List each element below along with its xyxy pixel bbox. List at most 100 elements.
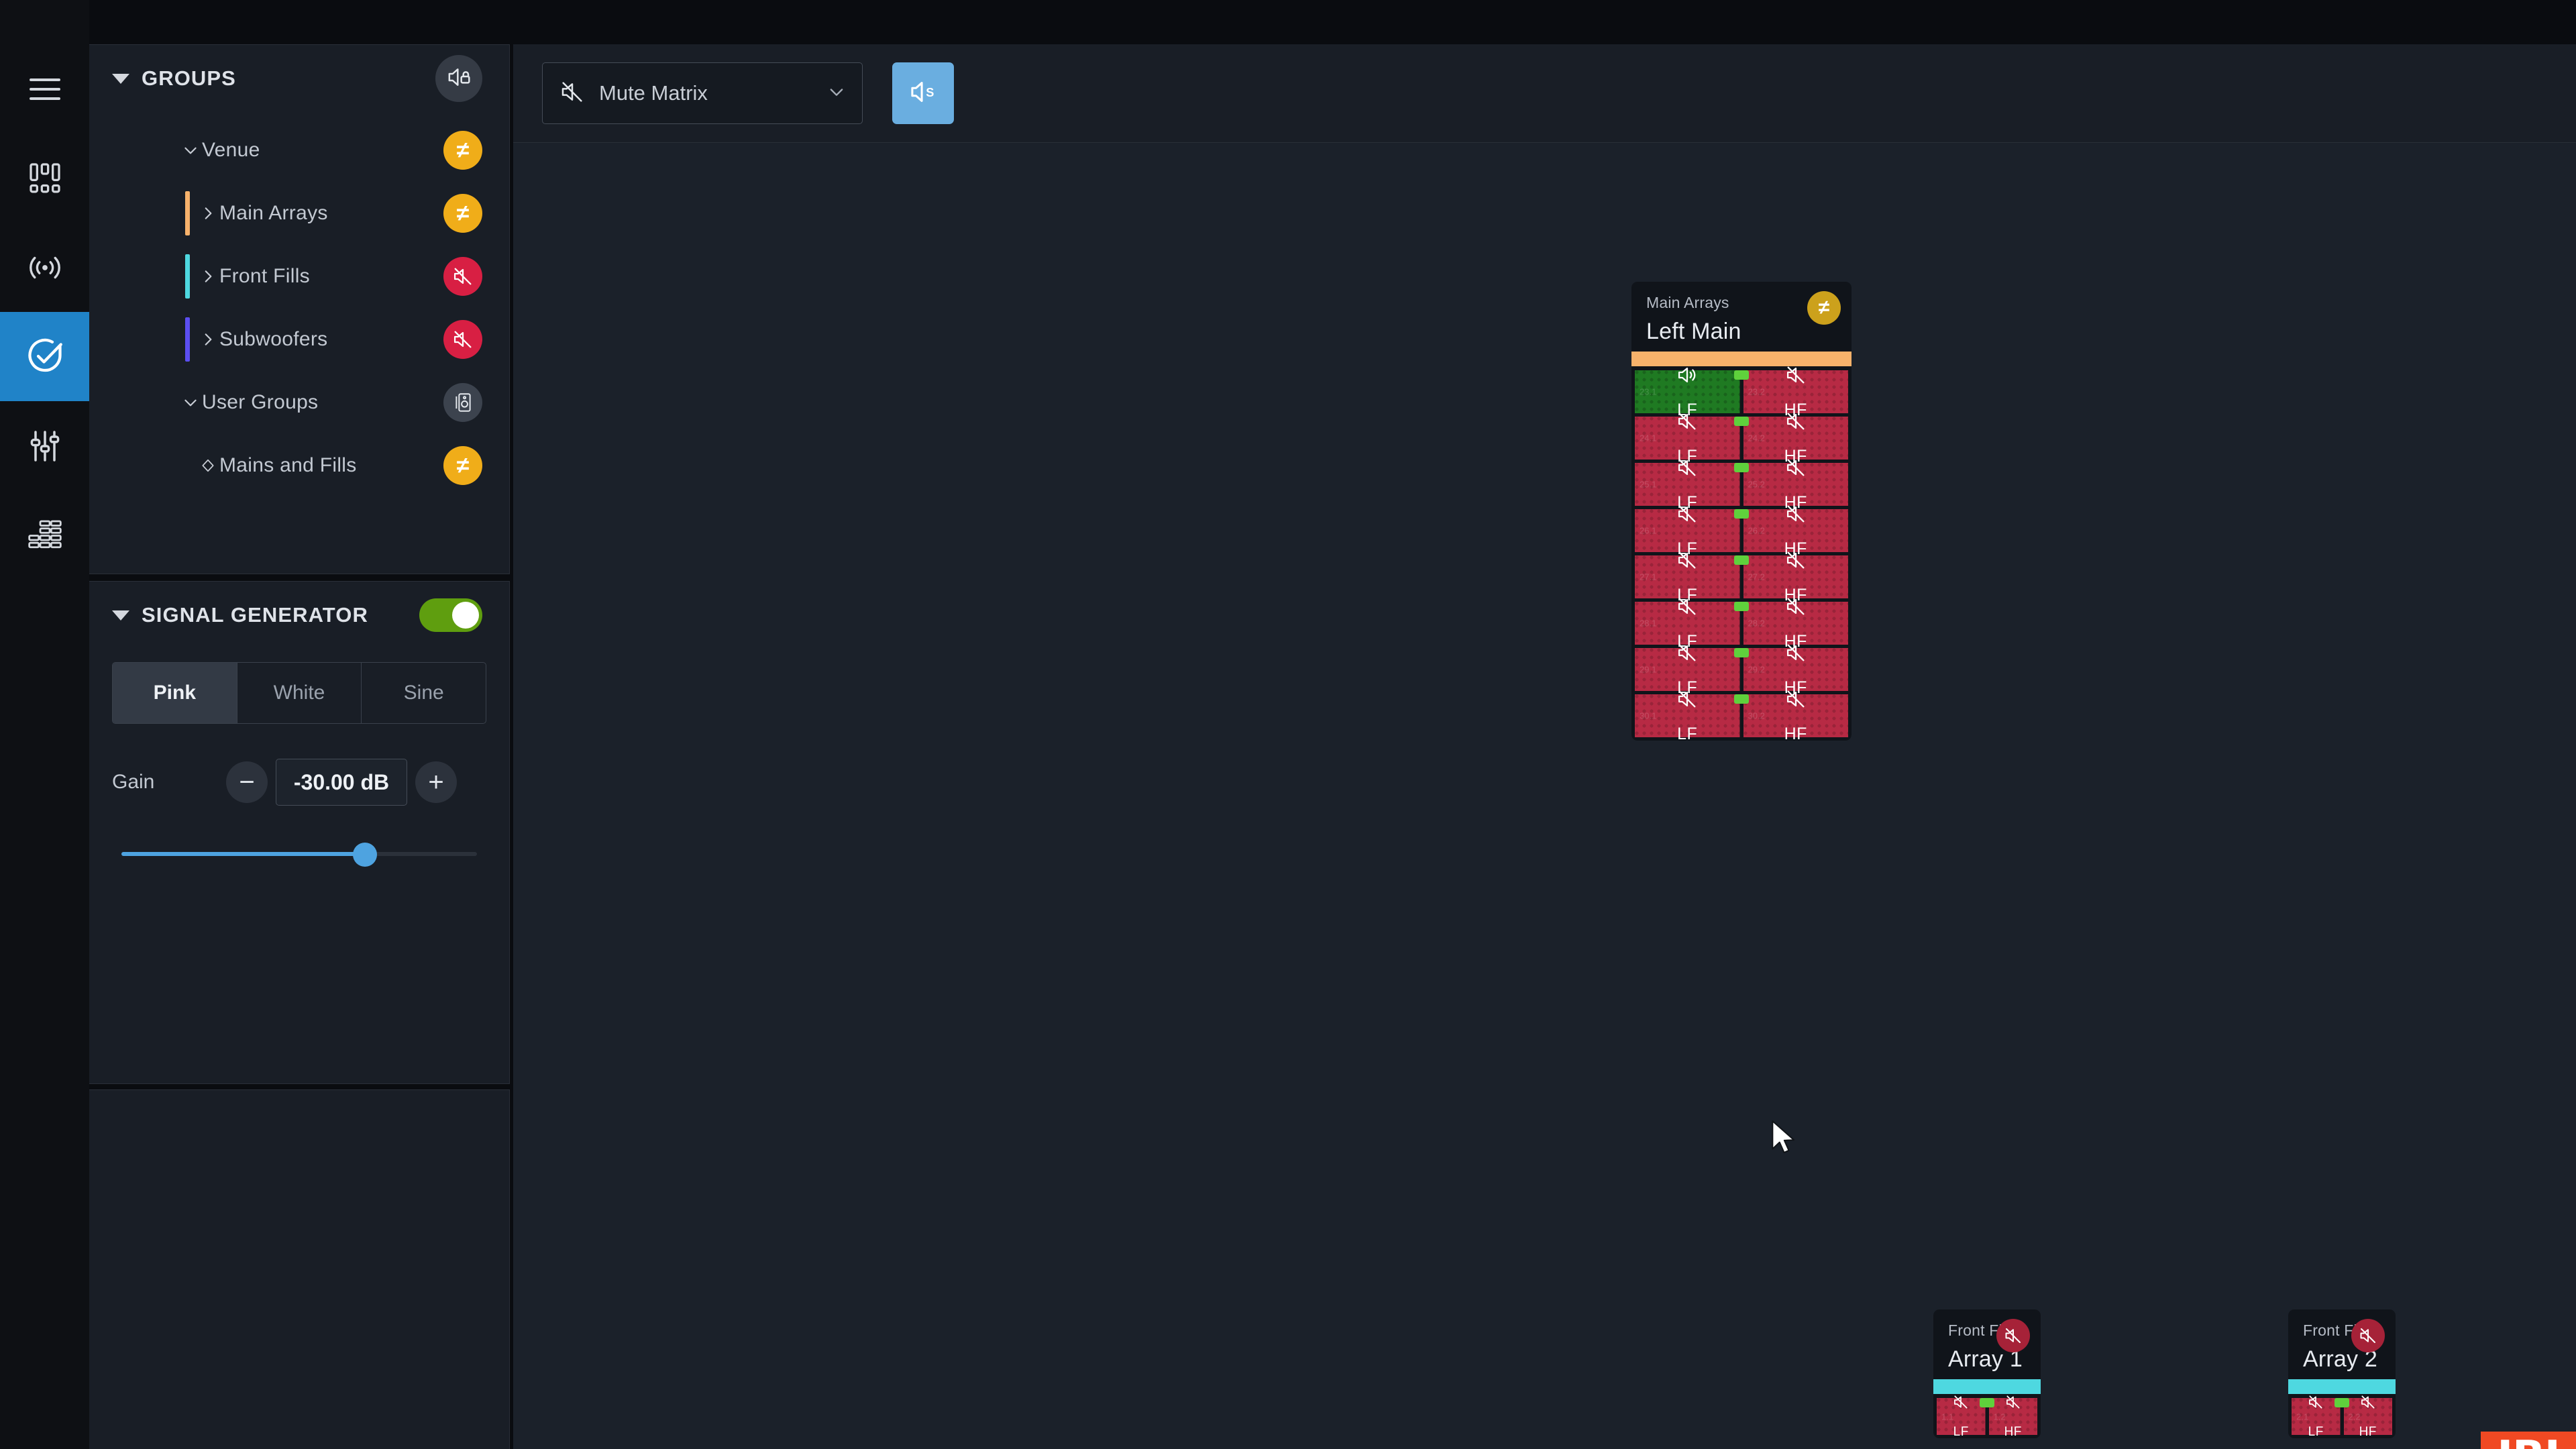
app-root: GROUPS Venue ≠ Main Arrays ≠ Front Fills Subw… [0, 0, 2576, 1449]
channel-cell-lf[interactable]: 23.1 LF [1635, 367, 1740, 419]
device-panel-array-2[interactable]: Front Fills Array 2 2.1 LF 2.2 HF [2288, 1309, 2396, 1438]
signal-generator-panel: SIGNAL GENERATOR Pink White Sine Gain − … [89, 581, 510, 1084]
channel-cell-hf[interactable]: 28.2 HF [1743, 598, 1848, 651]
rail-item-devices[interactable] [0, 133, 89, 223]
chevron-down-icon[interactable] [179, 394, 202, 411]
channel-number: 28.1 [1640, 618, 1657, 629]
channel-link-indicator[interactable] [1734, 555, 1749, 565]
signal-generator-toggle[interactable] [419, 598, 482, 632]
channel-cell-hf[interactable]: 1.2 HF [1988, 1395, 2037, 1438]
channel-cell-hf[interactable]: 23.2 HF [1743, 366, 1848, 419]
channel-link-indicator[interactable] [1734, 694, 1749, 704]
group-row-user-groups[interactable]: User Groups [89, 371, 509, 434]
gain-decrement-button[interactable]: − [226, 761, 268, 803]
channel-link-indicator[interactable] [1980, 1398, 1994, 1407]
group-mute-badge[interactable] [443, 320, 482, 359]
collapse-caret-icon[interactable] [112, 73, 129, 84]
gain-increment-button[interactable]: + [415, 761, 457, 803]
channel-cell-hf[interactable]: 29.2 HF [1743, 644, 1848, 697]
chevron-down-icon[interactable] [179, 142, 202, 159]
channel-link-indicator[interactable] [1734, 463, 1749, 472]
chevron-down-icon [827, 83, 846, 105]
group-row-main-arrays[interactable]: Main Arrays ≠ [89, 182, 509, 245]
group-speaker-badge[interactable] [443, 383, 482, 422]
channel-cell-lf[interactable]: 2.1 LF [2292, 1395, 2341, 1438]
channel-cell-hf[interactable]: 26.2 HF [1743, 505, 1848, 558]
device-panel-left-main[interactable]: Main Arrays Left Main ≠ 23.1 LF 23.2 HF 24.1 LF 2… [1631, 282, 1851, 741]
channel-cell-hf[interactable]: 25.2 HF [1743, 459, 1848, 512]
signal-type-white[interactable]: White [237, 663, 362, 723]
gain-slider-thumb[interactable] [352, 843, 377, 867]
group-row-venue[interactable]: Venue ≠ [89, 119, 509, 182]
channel-cell-hf[interactable]: 27.2 HF [1743, 551, 1848, 604]
group-not-equal-badge[interactable]: ≠ [443, 131, 482, 170]
group-row-subwoofers[interactable]: Subwoofers [89, 308, 509, 371]
device-panel-array-1[interactable]: Front Fills Array 1 1.1 LF 1.2 HF [1933, 1309, 2041, 1438]
mute-icon [1784, 456, 1807, 482]
channel-row: 26.1 LF 26.2 HF [1635, 505, 1848, 558]
channel-number: 2.2 [2348, 1411, 2361, 1421]
mute-icon [1784, 641, 1807, 667]
matrix-icon [26, 517, 64, 554]
gain-slider[interactable] [112, 834, 486, 874]
mode-select[interactable]: Mute Matrix [542, 62, 863, 124]
channel-number: 28.2 [1748, 618, 1765, 629]
channel-link-indicator[interactable] [1734, 602, 1749, 611]
rail-item-menu[interactable] [0, 44, 89, 133]
group-row-front-fills[interactable]: Front Fills [89, 245, 509, 308]
channel-cell-lf[interactable]: 24.1 LF [1635, 413, 1740, 466]
rail-item-sliders[interactable] [0, 401, 89, 490]
chevron-right-icon[interactable] [197, 205, 219, 222]
device-mute-badge[interactable] [1996, 1319, 2030, 1352]
diamond-icon[interactable] [197, 458, 219, 473]
mute-icon [2307, 1393, 2324, 1414]
channel-cell-lf[interactable]: 26.1 LF [1635, 505, 1740, 558]
chevron-right-icon[interactable] [197, 331, 219, 348]
title-bar [0, 0, 2576, 44]
channel-cell-lf[interactable]: 30.1 LF [1635, 690, 1740, 741]
group-not-equal-badge[interactable]: ≠ [443, 194, 482, 233]
device-accent-strip [2288, 1379, 2396, 1394]
group-mute-badge[interactable] [443, 257, 482, 296]
groups-panel-header: GROUPS [89, 45, 509, 112]
gain-value-field[interactable]: -30.00 dB [276, 759, 407, 806]
channel-cell-hf[interactable]: 24.2 HF [1743, 413, 1848, 466]
channel-link-indicator[interactable] [1734, 648, 1749, 657]
signal-type-sine[interactable]: Sine [362, 663, 486, 723]
channel-link-indicator[interactable] [1734, 417, 1749, 426]
channel-link-indicator[interactable] [2334, 1398, 2349, 1407]
speaker-lock-button[interactable] [435, 55, 482, 102]
group-not-equal-badge[interactable]: ≠ [443, 446, 482, 485]
channel-cell-lf[interactable]: 27.1 LF [1635, 551, 1740, 604]
signal-type-pink[interactable]: Pink [113, 663, 237, 723]
device-accent-strip [1933, 1379, 2041, 1394]
rail-item-network[interactable] [0, 223, 89, 312]
group-row-mains-and-fills[interactable]: Mains and Fills ≠ [89, 434, 509, 497]
mute-icon [1784, 549, 1807, 575]
channel-label: HF [1784, 724, 1807, 741]
mute-icon [2004, 1393, 2022, 1414]
channel-cell-hf[interactable]: 2.2 HF [2343, 1395, 2392, 1438]
channel-cell-lf[interactable]: 28.1 LF [1635, 598, 1740, 651]
device-mute-badge[interactable] [2351, 1319, 2385, 1352]
rail-item-matrix[interactable] [0, 490, 89, 580]
channel-number: 24.1 [1640, 433, 1657, 443]
channel-cell-lf[interactable]: 29.1 LF [1635, 644, 1740, 697]
group-color-bar [185, 317, 190, 362]
rail-item-check[interactable] [0, 312, 89, 401]
collapse-caret-icon[interactable] [112, 610, 129, 621]
channel-link-indicator[interactable] [1734, 509, 1749, 519]
main-toolbar: Mute Matrix S [513, 44, 2576, 143]
solo-speaker-icon: S [908, 76, 938, 111]
channel-cell-hf[interactable]: 30.2 HF [1743, 690, 1848, 741]
siggen-panel-header: SIGNAL GENERATOR [89, 582, 509, 649]
channel-cell-lf[interactable]: 1.1 LF [1937, 1395, 1986, 1438]
device-header: Main Arrays Left Main ≠ [1631, 282, 1851, 352]
channel-number: 25.1 [1640, 479, 1657, 490]
chevron-right-icon[interactable] [197, 268, 219, 285]
icon-rail [0, 0, 89, 1449]
channel-link-indicator[interactable] [1734, 370, 1749, 380]
channel-cell-lf[interactable]: 25.1 LF [1635, 459, 1740, 512]
solo-button[interactable]: S [892, 62, 954, 124]
device-not-equal-badge[interactable]: ≠ [1807, 291, 1841, 325]
